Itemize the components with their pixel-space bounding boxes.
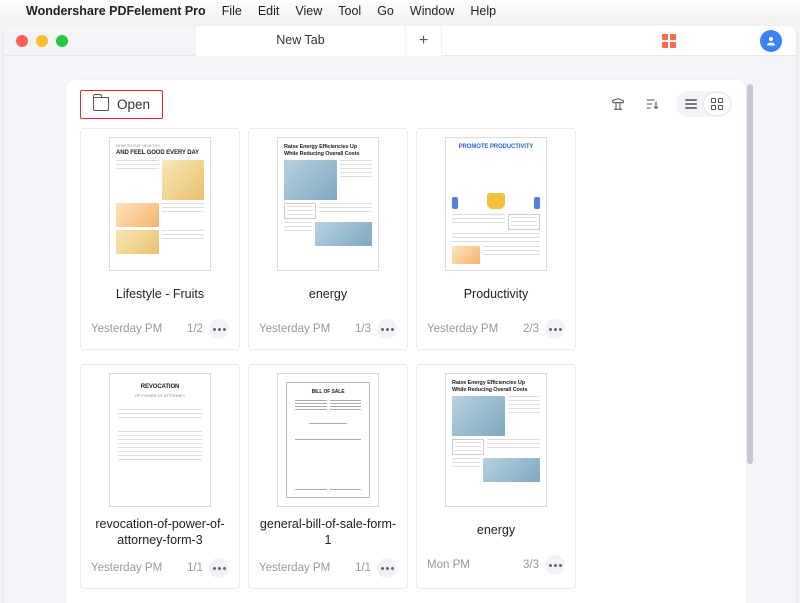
more-icon bbox=[213, 567, 226, 570]
document-thumbnail: Raise Energy Efficiencies Up While Reduc… bbox=[445, 373, 547, 507]
document-more-button[interactable] bbox=[209, 558, 229, 578]
document-card[interactable]: PROMOTE PRODUCTIVITY Productivity Yester… bbox=[416, 128, 576, 350]
tab-label: New Tab bbox=[276, 33, 324, 47]
document-thumbnail: HOW TO EAT HEALTHY AND FEEL GOOD EVERY D… bbox=[109, 137, 211, 271]
menu-file[interactable]: File bbox=[222, 4, 242, 18]
document-date: Yesterday PM bbox=[259, 562, 330, 574]
grid-view-button[interactable] bbox=[704, 93, 730, 115]
app-menu[interactable]: Wondershare PDFelement Pro bbox=[26, 4, 206, 18]
document-thumbnail: REVOCATION OF POWER OF ATTORNEY bbox=[109, 373, 211, 507]
app-window: New Tab + Open bbox=[4, 26, 796, 603]
document-title: revocation-of-power-of-attorney-form-3 bbox=[89, 517, 231, 548]
window-titlebar: New Tab + bbox=[4, 26, 796, 56]
document-title: energy bbox=[477, 517, 515, 545]
document-thumbnail: PROMOTE PRODUCTIVITY bbox=[445, 137, 547, 271]
document-pages: 2/3 bbox=[523, 323, 539, 335]
document-pages: 1/1 bbox=[355, 562, 371, 574]
open-button-label: Open bbox=[117, 97, 150, 112]
user-avatar[interactable] bbox=[760, 30, 782, 52]
view-mode-toggle bbox=[676, 91, 732, 117]
document-card[interactable]: BILL OF SALE bbox=[248, 364, 408, 589]
document-pages: 1/1 bbox=[187, 562, 203, 574]
menu-edit[interactable]: Edit bbox=[258, 4, 280, 18]
document-date: Yesterday PM bbox=[91, 562, 162, 574]
plus-icon: + bbox=[419, 32, 428, 50]
menu-go[interactable]: Go bbox=[377, 4, 394, 18]
more-icon bbox=[381, 328, 394, 331]
apps-grid-icon[interactable] bbox=[662, 34, 676, 48]
document-card[interactable]: HOW TO EAT HEALTHY AND FEEL GOOD EVERY D… bbox=[80, 128, 240, 350]
more-icon bbox=[381, 567, 394, 570]
menu-view[interactable]: View bbox=[295, 4, 322, 18]
document-card[interactable]: Raise Energy Efficiencies Up While Reduc… bbox=[248, 128, 408, 350]
more-icon bbox=[549, 564, 562, 567]
document-title: energy bbox=[309, 281, 347, 309]
menu-tool[interactable]: Tool bbox=[338, 4, 361, 18]
mac-menubar: Wondershare PDFelement Pro File Edit Vie… bbox=[0, 0, 800, 22]
window-controls bbox=[4, 26, 196, 55]
folder-icon bbox=[93, 98, 109, 111]
document-title: Productivity bbox=[464, 281, 529, 309]
document-title: Lifestyle - Fruits bbox=[116, 281, 204, 309]
document-thumbnail: Raise Energy Efficiencies Up While Reduc… bbox=[277, 137, 379, 271]
vertical-scrollbar[interactable] bbox=[747, 84, 753, 464]
document-date: Mon PM bbox=[427, 559, 470, 571]
new-tab-button[interactable]: + bbox=[406, 26, 442, 56]
document-pages: 1/3 bbox=[355, 323, 371, 335]
list-view-button[interactable] bbox=[678, 93, 704, 115]
more-icon bbox=[213, 328, 226, 331]
recent-documents-grid: HOW TO EAT HEALTHY AND FEEL GOOD EVERY D… bbox=[66, 128, 746, 589]
document-pages: 3/3 bbox=[523, 559, 539, 571]
document-more-button[interactable] bbox=[377, 558, 397, 578]
document-more-button[interactable] bbox=[545, 319, 565, 339]
document-thumbnail: BILL OF SALE bbox=[277, 373, 379, 507]
document-more-button[interactable] bbox=[377, 319, 397, 339]
document-date: Yesterday PM bbox=[259, 323, 330, 335]
titlebar-actions bbox=[648, 30, 796, 52]
fullscreen-window-button[interactable] bbox=[56, 35, 68, 47]
document-card[interactable]: Raise Energy Efficiencies Up While Reduc… bbox=[416, 364, 576, 589]
close-window-button[interactable] bbox=[16, 35, 28, 47]
document-card[interactable]: REVOCATION OF POWER OF ATTORNEY revocati… bbox=[80, 364, 240, 589]
document-pages: 1/2 bbox=[187, 323, 203, 335]
pin-icon[interactable] bbox=[608, 94, 628, 114]
home-toolbar: Open bbox=[66, 80, 746, 128]
menu-help[interactable]: Help bbox=[470, 4, 496, 18]
recent-documents-scroll[interactable]: HOW TO EAT HEALTHY AND FEEL GOOD EVERY D… bbox=[66, 128, 746, 603]
document-more-button[interactable] bbox=[209, 319, 229, 339]
document-more-button[interactable] bbox=[545, 555, 565, 575]
document-date: Yesterday PM bbox=[91, 323, 162, 335]
tab-new[interactable]: New Tab bbox=[196, 26, 406, 56]
menu-window[interactable]: Window bbox=[410, 4, 454, 18]
more-icon bbox=[549, 328, 562, 331]
open-button[interactable]: Open bbox=[80, 90, 163, 119]
sort-icon[interactable] bbox=[642, 94, 662, 114]
document-date: Yesterday PM bbox=[427, 323, 498, 335]
home-panel: Open bbox=[66, 80, 746, 603]
document-title: general-bill-of-sale-form-1 bbox=[257, 517, 399, 548]
minimize-window-button[interactable] bbox=[36, 35, 48, 47]
grid-icon bbox=[711, 98, 723, 110]
list-icon bbox=[685, 99, 697, 109]
